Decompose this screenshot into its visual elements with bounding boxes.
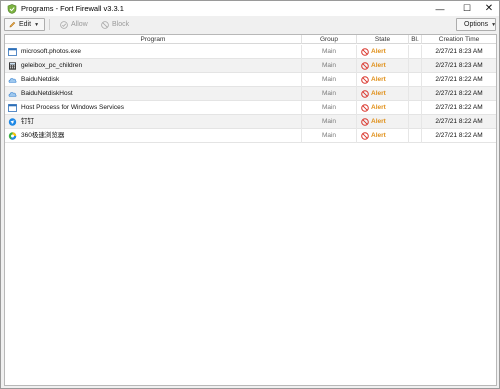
pencil-icon [9, 21, 16, 28]
allow-label: Allow [71, 21, 88, 28]
column-header-blocked[interactable]: Bl. [409, 35, 422, 44]
state-cell: Alert [357, 129, 409, 143]
blocked-cell [409, 59, 422, 73]
creation-time: 2/27/21 8:23 AM [435, 48, 483, 55]
alert-icon [361, 48, 369, 56]
allow-button[interactable]: Allow [56, 18, 92, 31]
close-icon: ✕ [484, 3, 494, 14]
group-name: Main [302, 87, 357, 101]
state-label: Alert [371, 90, 386, 97]
creation-time: 2/27/21 8:22 AM [435, 76, 483, 83]
group-name: Main [302, 115, 357, 129]
programs-window: Programs - Fort Firewall v3.3.1 — ☐ ✕ Ed… [0, 0, 500, 389]
state-label: Alert [371, 76, 386, 83]
state-cell: Alert [357, 59, 409, 73]
program-name: geleibox_pc_children [5, 59, 302, 73]
state-label: Alert [371, 118, 386, 125]
blocked-cell [409, 45, 422, 59]
table-row[interactable]: geleibox_pc_children Main Alert 2/27/21 … [5, 59, 496, 73]
group-name: Main [302, 129, 357, 143]
state-cell: Alert [357, 115, 409, 129]
alert-icon [361, 76, 369, 84]
state-cell: Alert [357, 45, 409, 59]
creation-time: 2/27/21 8:22 AM [435, 118, 483, 125]
fort-firewall-logo-icon [7, 4, 17, 14]
group-name: Main [302, 59, 357, 73]
blocked-cell [409, 129, 422, 143]
program-name: 360极速浏览器 [5, 129, 302, 143]
maximize-icon: ☐ [462, 3, 472, 13]
window-title: Programs - Fort Firewall v3.3.1 [21, 4, 124, 13]
creation-time: 2/27/21 8:23 AM [435, 62, 483, 69]
chevron-down-icon: ▼ [491, 21, 497, 28]
check-circle-icon [60, 20, 68, 29]
column-header-program[interactable]: Program [5, 35, 302, 44]
block-circle-icon [101, 20, 109, 29]
block-label: Block [112, 21, 130, 28]
state-cell: Alert [357, 73, 409, 87]
creation-time: 2/27/21 8:22 AM [435, 104, 483, 111]
group-name: Main [302, 73, 357, 87]
close-button[interactable]: ✕ [477, 1, 500, 16]
alert-icon [361, 118, 369, 126]
state-cell: Alert [357, 101, 409, 115]
alert-icon [361, 132, 369, 140]
program-name: Host Process for Windows Services [5, 101, 302, 115]
minimize-button[interactable]: — [428, 1, 452, 16]
state-cell: Alert [357, 87, 409, 101]
program-name: BaiduNetdiskHost [5, 87, 302, 101]
table-row[interactable]: 360极速浏览器 Main Alert 2/27/21 8:22 AM [5, 129, 496, 143]
group-name: Main [302, 45, 357, 59]
state-label: Alert [371, 48, 386, 55]
alert-icon [361, 104, 369, 112]
table-row[interactable]: BaiduNetdisk Main Alert 2/27/21 8:22 AM [5, 73, 496, 87]
alert-icon [361, 90, 369, 98]
table-header: Program Group State Bl. Creation Time [5, 35, 496, 44]
chevron-down-icon: ▼ [34, 21, 40, 28]
table-row[interactable]: Host Process for Windows Services Main A… [5, 101, 496, 115]
options-button[interactable]: Options ▼ [456, 18, 496, 31]
options-label: Options [464, 21, 489, 28]
program-name: 钉钉 [5, 115, 302, 129]
table-row[interactable]: 钉钉 Main Alert 2/27/21 8:22 AM [5, 115, 496, 129]
state-label: Alert [371, 132, 386, 139]
alert-icon [361, 62, 369, 70]
blocked-cell [409, 115, 422, 129]
column-header-creation-time[interactable]: Creation Time [422, 35, 496, 44]
creation-time: 2/27/21 8:22 AM [435, 90, 483, 97]
title-bar[interactable]: Programs - Fort Firewall v3.3.1 — ☐ ✕ [1, 1, 499, 16]
edit-menu-button[interactable]: Edit ▼ [4, 18, 45, 31]
programs-table[interactable]: Program Group State Bl. Creation Time mi… [4, 34, 497, 386]
table-row[interactable]: microsoft.photos.exe Main Alert 2/27/21 … [5, 45, 496, 59]
program-name: microsoft.photos.exe [5, 45, 302, 59]
state-label: Alert [371, 104, 386, 111]
program-name: BaiduNetdisk [5, 73, 302, 87]
column-header-group[interactable]: Group [302, 35, 357, 44]
toolbar-separator [49, 19, 50, 30]
blocked-cell [409, 87, 422, 101]
table-row[interactable]: BaiduNetdiskHost Main Alert 2/27/21 8:22… [5, 87, 496, 101]
blocked-cell [409, 101, 422, 115]
minimize-icon: — [435, 3, 445, 14]
maximize-button[interactable]: ☐ [455, 1, 479, 16]
group-name: Main [302, 101, 357, 115]
edit-label: Edit [19, 21, 32, 28]
block-button[interactable]: Block [97, 18, 133, 31]
state-label: Alert [371, 62, 386, 69]
toolbar: Edit ▼ Allow Block Options ▼ [1, 16, 499, 34]
column-header-state[interactable]: State [357, 35, 409, 44]
creation-time: 2/27/21 8:22 AM [435, 132, 483, 139]
blocked-cell [409, 73, 422, 87]
